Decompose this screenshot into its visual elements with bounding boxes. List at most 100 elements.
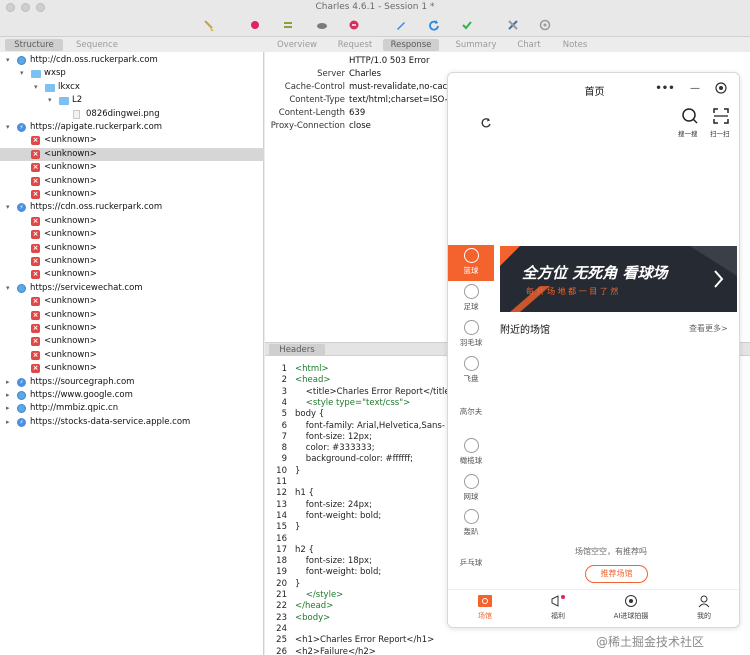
chevron-down-icon[interactable]: ▾ — [48, 94, 52, 107]
minimize-window-button[interactable] — [21, 3, 30, 12]
chevron-right-icon[interactable]: ▸ — [6, 402, 10, 415]
line-number: 1 — [281, 364, 287, 374]
tab-response[interactable]: Response — [383, 39, 439, 51]
chevron-right-icon[interactable]: ▸ — [6, 389, 10, 402]
tab-request[interactable]: Request — [329, 39, 381, 51]
category-item[interactable]: 篮球 — [448, 245, 494, 281]
category-item[interactable]: 轰趴 — [448, 506, 494, 542]
category-item[interactable]: 飞盘 — [448, 353, 494, 389]
tree-row[interactable]: ▾ ⚡ https://apigate.ruckerpark.com — [0, 121, 264, 134]
ball-icon — [463, 320, 479, 335]
code-line: font-size: 12px; — [295, 431, 372, 442]
tree-row[interactable]: × <unknown> — [0, 322, 264, 335]
chevron-down-icon[interactable]: ▾ — [20, 67, 24, 80]
tree-row[interactable]: × <unknown> — [0, 147, 264, 161]
tree-row[interactable]: ▸ ⚡ https://sourcegraph.com — [0, 376, 264, 389]
tree-row[interactable]: × <unknown> — [0, 215, 264, 228]
line-number: 18 — [276, 556, 287, 567]
more-dots-icon[interactable]: ••• — [655, 81, 674, 95]
chevron-right-icon[interactable]: ▸ — [6, 376, 10, 389]
chevron-down-icon[interactable]: ▾ — [6, 54, 10, 67]
scan-icon[interactable] — [712, 107, 730, 125]
tree-row[interactable]: × <unknown> — [0, 335, 264, 348]
tab-notes[interactable]: Notes — [553, 39, 597, 51]
user-icon — [696, 594, 712, 608]
tab-summary[interactable]: Summary — [449, 39, 503, 51]
tree-row[interactable]: × <unknown> — [0, 268, 264, 281]
tree-row[interactable]: × <unknown> — [0, 349, 264, 362]
settings-icon[interactable] — [538, 18, 552, 32]
category-item[interactable]: 高尔夫 — [448, 403, 494, 439]
recommend-venue-button[interactable]: 推荐场馆 — [585, 565, 648, 583]
validate-icon[interactable] — [460, 18, 474, 32]
tree-row[interactable]: × <unknown> — [0, 161, 264, 174]
tree-row[interactable]: × <unknown> — [0, 175, 264, 188]
error-icon: × — [31, 176, 40, 186]
tree-row[interactable]: 0826dingwei.png — [0, 108, 264, 121]
tree-row[interactable]: × <unknown> — [0, 188, 264, 201]
throttle-icon[interactable] — [281, 18, 295, 32]
tree-row[interactable]: × <unknown> — [0, 309, 264, 322]
code-line: <body> — [295, 612, 331, 623]
tools-icon[interactable] — [506, 18, 520, 32]
tree-row[interactable]: ▾ lkxcx — [0, 81, 264, 94]
tab-headers[interactable]: Headers — [269, 344, 325, 356]
tree-row[interactable]: × <unknown> — [0, 295, 264, 308]
tree-row[interactable]: ▾ wxsp — [0, 67, 264, 80]
close-target-icon[interactable] — [714, 81, 728, 95]
see-more-link[interactable]: 查看更多> — [689, 323, 728, 334]
tree-row[interactable]: ▾ L2 — [0, 94, 264, 107]
search-icon[interactable] — [681, 107, 699, 125]
nav-ai-camera[interactable]: AI进球拍摄 — [601, 594, 661, 621]
refresh-icon[interactable] — [427, 18, 441, 32]
tree-label: <unknown> — [44, 148, 97, 159]
tab-overview[interactable]: Overview — [271, 39, 323, 51]
tree-row[interactable]: × <unknown> — [0, 134, 264, 147]
chevron-right-icon[interactable]: ▸ — [6, 416, 10, 429]
minimize-icon[interactable]: — — [688, 81, 702, 95]
broom-icon[interactable] — [202, 18, 216, 32]
refresh-page-icon[interactable] — [480, 117, 492, 129]
tree-row[interactable]: × <unknown> — [0, 228, 264, 241]
tree-row[interactable]: ▾ ⚡ https://cdn.oss.ruckerpark.com — [0, 201, 264, 214]
code-line: </style> — [295, 590, 344, 600]
header-value: 639 — [349, 108, 366, 118]
promo-banner[interactable]: 全方位 无死角 看球场 每 片 场 地 都 一 目 了 然 — [500, 246, 737, 312]
chevron-down-icon[interactable]: ▾ — [6, 282, 10, 295]
nav-mine[interactable]: 我的 — [674, 594, 734, 621]
tree-label: https://sourcegraph.com — [30, 376, 135, 387]
tree-row[interactable]: × <unknown> — [0, 362, 264, 375]
error-icon: × — [31, 364, 40, 374]
close-window-button[interactable] — [6, 3, 15, 12]
nav-venue[interactable]: 场馆 — [455, 594, 515, 621]
tree-row[interactable]: ▸ ⚡ https://stocks-data-service.apple.com — [0, 416, 264, 429]
category-item[interactable]: 网球 — [448, 471, 494, 507]
tab-sequence[interactable]: Sequence — [68, 39, 126, 51]
category-item[interactable]: 足球 — [448, 281, 494, 317]
tree-row[interactable]: ▾ http://cdn.oss.ruckerpark.com — [0, 54, 264, 67]
error-icon: × — [31, 243, 40, 253]
tree-row[interactable]: × <unknown> — [0, 255, 264, 268]
tree-label: <unknown> — [44, 349, 97, 360]
breakpoint-icon[interactable] — [347, 18, 361, 32]
tree-row[interactable]: × <unknown> — [0, 242, 264, 255]
turtle-icon[interactable] — [315, 18, 329, 32]
nav-benefits[interactable]: 福利 — [528, 594, 588, 621]
zoom-window-button[interactable] — [36, 3, 45, 12]
chevron-down-icon[interactable]: ▾ — [6, 121, 10, 134]
category-item[interactable]: 橄榄球 — [448, 435, 494, 471]
tree-row[interactable]: ▸ https://www.google.com — [0, 389, 264, 402]
tab-chart[interactable]: Chart — [507, 39, 551, 51]
chevron-down-icon[interactable]: ▾ — [6, 201, 10, 214]
line-number: 17 — [276, 544, 287, 555]
compose-icon[interactable] — [394, 18, 408, 32]
tree-row[interactable]: ▾ https://servicewechat.com — [0, 282, 264, 295]
category-item[interactable]: 羽毛球 — [448, 317, 494, 353]
error-icon: × — [31, 337, 40, 347]
record-icon[interactable] — [248, 18, 262, 32]
category-item[interactable]: 乒乓球 — [448, 554, 494, 590]
chevron-down-icon[interactable]: ▾ — [34, 81, 38, 94]
tab-structure[interactable]: Structure — [5, 39, 63, 51]
tree-row[interactable]: ▸ http://mmbiz.qpic.cn — [0, 402, 264, 415]
category-label: 高尔夫 — [459, 407, 483, 416]
